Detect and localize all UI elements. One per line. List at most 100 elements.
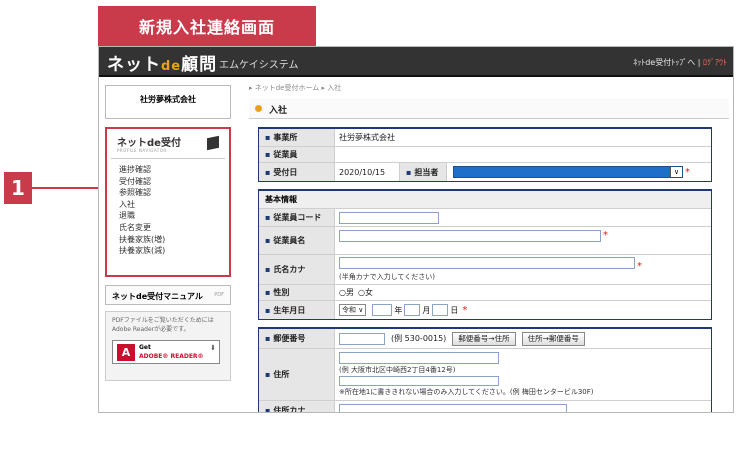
sidebar-item-reference[interactable]: 参照確認 (119, 187, 229, 199)
employee-row: 従業員 (259, 147, 711, 163)
gender-cell: ○男 ○女 (335, 285, 711, 300)
callout-line (32, 187, 102, 189)
birth-row: 生年月日 令和 ∨ 年 月 日 * (259, 301, 711, 319)
kana-cell: * (半角カナで入力してください) (335, 255, 711, 284)
address-kana-cell (335, 401, 711, 412)
manual-link[interactable]: ネットde受付マニュアル PDF (105, 285, 231, 305)
required-mark: * (685, 166, 690, 178)
page-header: 入社 (249, 99, 729, 119)
bullet-icon (255, 105, 262, 112)
kana-label: 氏名カナ (259, 255, 335, 284)
office-value: 社労夢株式会社 (339, 133, 395, 142)
office-row: 事業所 社労夢株式会社 (259, 129, 711, 147)
sidebar-item-dependent-remove[interactable]: 扶養家族(減) (119, 245, 229, 257)
kana-hint: (半角カナで入力してください) (339, 273, 436, 281)
app-logo[interactable]: ネットde顧問 (107, 50, 217, 75)
sidebar-item-reception[interactable]: 受付確認 (119, 176, 229, 188)
sidebar-item-hire[interactable]: 入社 (119, 199, 229, 211)
company-name: エムケイシステム (219, 60, 299, 71)
adobe-reader-box: PDFファイルをご覧いただくためには Adobe Readerが必要です。 A … (105, 311, 231, 381)
address-kana-row: 住所カナ (259, 401, 711, 412)
pdf-tag: PDF (214, 292, 224, 298)
top-bar: ネットde顧問 エムケイシステム ﾈｯﾄde受付ﾄｯﾌﾟへ | ﾛｸﾞｱｳﾄ (99, 47, 733, 77)
address-1-input[interactable] (339, 352, 499, 364)
gender-female-radio[interactable]: ○女 (358, 287, 373, 298)
basic-info-title: 基本情報 (259, 191, 711, 209)
zip-cell: (例 530-0015) 郵便番号→住所 住所→郵便番号 (335, 329, 711, 348)
address-to-zip-button[interactable]: 住所→郵便番号 (521, 331, 585, 346)
logout-link[interactable]: ﾛｸﾞｱｳﾄ (703, 58, 727, 67)
adobe-get-label: Get (139, 344, 151, 351)
app-screenshot: ネットde顧問 エムケイシステム ﾈｯﾄde受付ﾄｯﾌﾟへ | ﾛｸﾞｱｳﾄ 社… (98, 46, 734, 413)
employee-value (335, 147, 711, 162)
adobe-note-2: Adobe Readerが必要です。 (112, 326, 190, 333)
era-select[interactable]: 令和 ∨ (339, 304, 367, 316)
employee-code-input[interactable] (339, 211, 439, 224)
required-mark: * (637, 261, 642, 272)
date-value: 2020/10/15 (339, 167, 386, 177)
zip-label: 郵便番号 (259, 329, 335, 348)
address-cell: (例 大阪市北区中崎西2丁目4番12号) ※所在地1に書ききれない場合のみ入力し… (335, 349, 711, 400)
sidebar-item-progress[interactable]: 進捗確認 (119, 164, 229, 176)
zip-input[interactable] (339, 332, 385, 345)
breadcrumb[interactable]: ▸ ネットde受付ホーム ▸ 入社 (249, 83, 341, 93)
adobe-icon: A (117, 344, 135, 361)
top-page-link[interactable]: ﾈｯﾄde受付ﾄｯﾌﾟへ (633, 58, 695, 67)
employee-label: 従業員 (259, 147, 335, 162)
address-row: 住所 (例 大阪市北区中崎西2丁目4番12号) ※所在地1に書ききれない場合のみ… (259, 349, 711, 401)
sidebar-menu-list: 進捗確認 受付確認 参照確認 入社 退職 氏名変更 扶養家族(増) 扶養家族(減… (107, 159, 229, 257)
birth-cell: 令和 ∨ 年 月 日 * (335, 301, 711, 319)
date-person-cell: 2020/10/15 担当者 ∨ * (335, 163, 711, 181)
gender-row: 性別 ○男 ○女 (259, 285, 711, 301)
address-section: 郵便番号 (例 530-0015) 郵便番号→住所 住所→郵便番号 住所 (例 … (258, 327, 712, 412)
sidebar-menu-header: ネットde受付 PROFILE NAVIGATOR (111, 129, 225, 159)
callout-marker: 1 (4, 172, 32, 204)
required-mark: * (603, 230, 608, 241)
person-label: 担当者 (399, 163, 447, 181)
date-row: 受付日 2020/10/15 担当者 ∨ * (259, 163, 711, 181)
adobe-note-1: PDFファイルをご覧いただくためには (112, 317, 214, 324)
address-example: (例 大阪市北区中崎西2丁目4番12号) (339, 366, 456, 374)
book-icon (207, 135, 219, 151)
day-label: 日 (450, 305, 459, 315)
date-label: 受付日 (259, 163, 335, 181)
sidebar-item-name-change[interactable]: 氏名変更 (119, 222, 229, 234)
birth-year-input[interactable] (372, 304, 393, 316)
get-adobe-reader-button[interactable]: A Get ADOBE® READER® ⬇ (112, 340, 220, 364)
address-label: 住所 (259, 349, 335, 400)
address-kana-input[interactable] (339, 404, 567, 412)
birth-day-input[interactable] (432, 304, 449, 316)
name-label: 従業員名 (259, 227, 335, 254)
reception-section: 事業所 社労夢株式会社 従業員 受付日 2020/10/15 担当者 ∨ * (258, 127, 712, 182)
code-row: 従業員コード (259, 209, 711, 227)
employee-name-input[interactable] (339, 230, 601, 242)
page-title: 入社 (269, 106, 288, 116)
zip-example: (例 530-0015) (391, 334, 447, 343)
gender-label: 性別 (259, 285, 335, 300)
zip-row: 郵便番号 (例 530-0015) 郵便番号→住所 住所→郵便番号 (259, 329, 711, 349)
code-label: 従業員コード (259, 209, 335, 226)
code-cell (335, 209, 711, 226)
sidebar-menu: ネットde受付 PROFILE NAVIGATOR 進捗確認 受付確認 参照確認… (105, 127, 231, 277)
month-label: 月 (422, 305, 431, 315)
address-kana-label: 住所カナ (259, 401, 335, 412)
sidebar-item-dependent-add[interactable]: 扶養家族(増) (119, 234, 229, 246)
address-note: ※所在地1に書ききれない場合のみ入力してください。(例 梅田センタービル30F) (339, 388, 594, 396)
required-mark: * (462, 304, 468, 316)
name-row: 従業員名 * (259, 227, 711, 255)
download-icon: ⬇ (210, 344, 216, 352)
manual-label: ネットde受付マニュアル (112, 292, 203, 301)
birth-month-input[interactable] (404, 304, 421, 316)
zip-to-address-button[interactable]: 郵便番号→住所 (452, 331, 516, 346)
sidebar-item-retire[interactable]: 退職 (119, 210, 229, 222)
person-select[interactable]: ∨ (453, 166, 683, 178)
office-name-box: 社労夢株式会社 (105, 85, 231, 119)
page-title-tab: 新規入社連絡画面 (98, 6, 316, 46)
year-label: 年 (394, 305, 403, 315)
address-2-input[interactable] (339, 376, 499, 386)
name-cell: * (335, 227, 711, 254)
gender-male-radio[interactable]: ○男 (339, 287, 354, 298)
kana-row: 氏名カナ * (半角カナで入力してください) (259, 255, 711, 285)
kana-input[interactable] (339, 257, 635, 269)
basic-info-section: 基本情報 従業員コード 従業員名 * 氏名カナ * (半角カナで入力してください… (258, 189, 712, 320)
